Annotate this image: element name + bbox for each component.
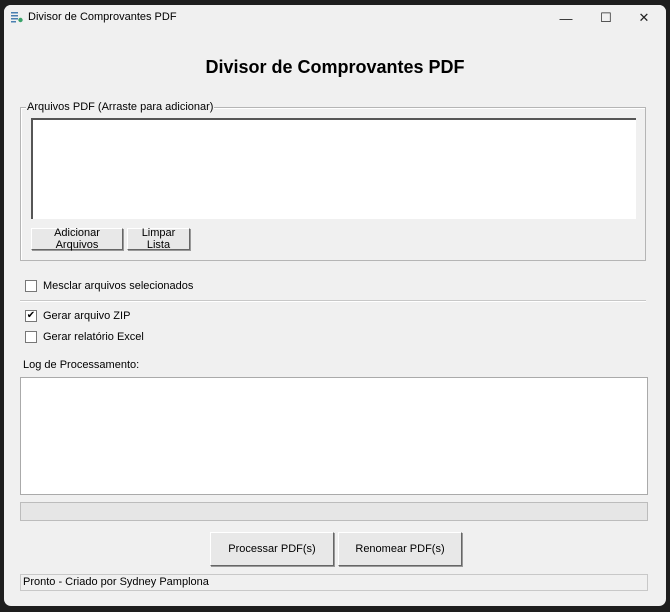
window-title: Divisor de Comprovantes PDF xyxy=(28,11,177,23)
separator xyxy=(20,300,646,302)
status-bar: Pronto - Criado por Sydney Pamplona xyxy=(20,574,648,591)
close-icon: ✕ xyxy=(638,10,650,25)
clear-list-button[interactable]: Limpar Lista xyxy=(127,227,190,251)
minimize-button[interactable]: — xyxy=(546,5,586,31)
excel-checkbox-box[interactable] xyxy=(25,331,37,343)
merge-checkbox-box[interactable] xyxy=(25,280,37,292)
log-label: Log de Processamento: xyxy=(23,359,140,371)
app-window: Divisor de Comprovantes PDF — ☐ ✕ Diviso… xyxy=(4,5,666,606)
title-bar: Divisor de Comprovantes PDF — ☐ ✕ xyxy=(4,5,666,31)
excel-label: Gerar relatório Excel xyxy=(43,331,144,343)
maximize-button[interactable]: ☐ xyxy=(586,5,626,31)
log-textarea[interactable] xyxy=(20,377,648,495)
app-icon xyxy=(11,12,23,23)
files-group-label: Arquivos PDF (Arraste para adicionar) xyxy=(26,101,215,113)
check-icon[interactable]: ✔ xyxy=(25,310,37,322)
file-list[interactable] xyxy=(31,118,636,219)
zip-label: Gerar arquivo ZIP xyxy=(43,310,131,322)
page-title: Divisor de Comprovantes PDF xyxy=(205,57,465,77)
add-files-button[interactable]: Adicionar Arquivos xyxy=(31,227,123,251)
rename-pdfs-button[interactable]: Renomear PDF(s) xyxy=(338,532,462,566)
merge-label: Mesclar arquivos selecionados xyxy=(43,280,194,292)
zip-checkbox[interactable]: ✔ Gerar arquivo ZIP xyxy=(25,310,130,322)
minimize-icon: — xyxy=(559,10,573,26)
maximize-icon: ☐ xyxy=(600,10,612,25)
close-button[interactable]: ✕ xyxy=(624,5,664,31)
progress-bar xyxy=(20,502,648,521)
merge-checkbox[interactable]: Mesclar arquivos selecionados xyxy=(25,280,193,292)
excel-checkbox[interactable]: Gerar relatório Excel xyxy=(25,331,144,343)
process-pdfs-button[interactable]: Processar PDF(s) xyxy=(210,532,334,566)
